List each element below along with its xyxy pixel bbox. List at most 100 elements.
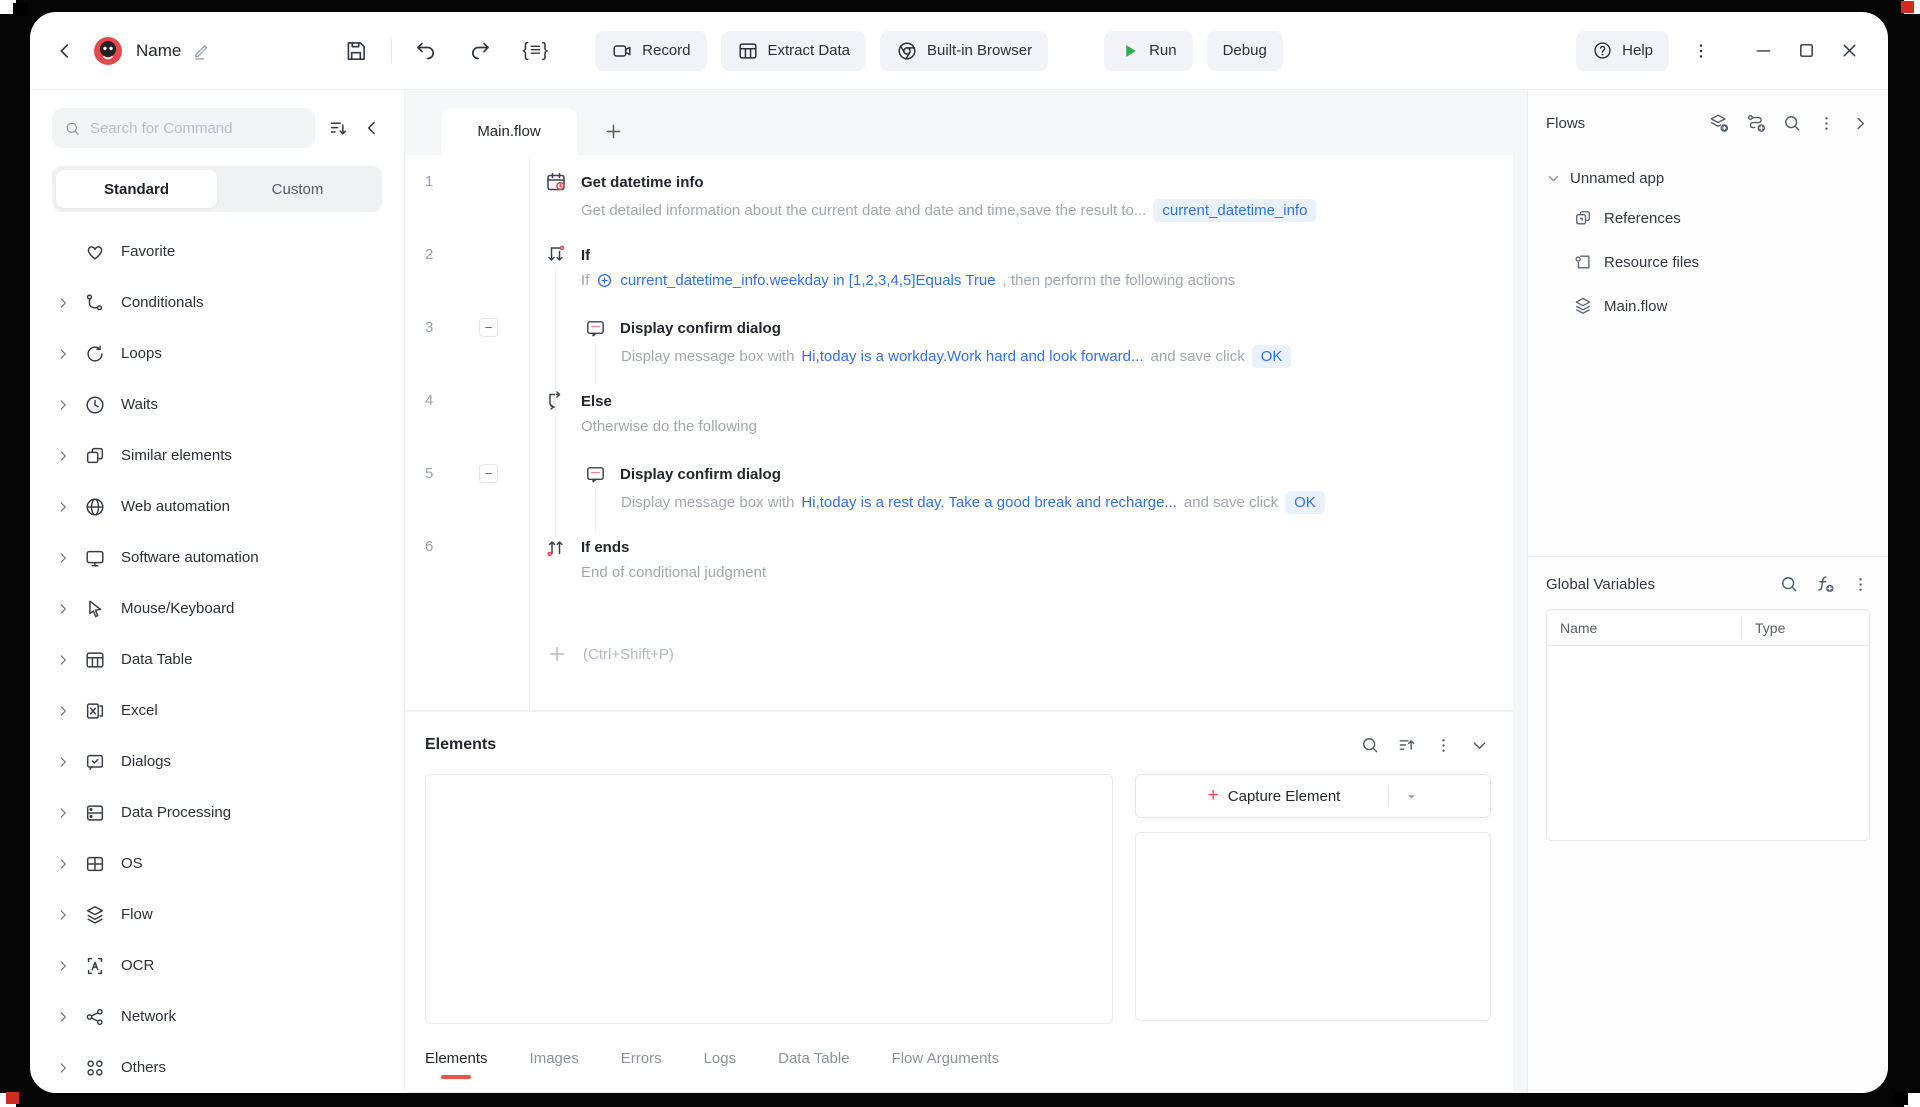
redo-button[interactable] — [468, 39, 492, 63]
builtin-browser-button[interactable]: Built-in Browser — [880, 31, 1048, 71]
capture-element-button[interactable]: + Capture Element — [1135, 774, 1491, 818]
run-label: Run — [1149, 42, 1177, 59]
element-preview-box[interactable] — [1135, 832, 1491, 1021]
step-title: Display confirm dialog — [620, 466, 781, 483]
chevron-right-icon — [56, 857, 70, 871]
undo-button[interactable] — [414, 39, 438, 63]
tab-custom[interactable]: Custom — [217, 170, 378, 208]
tab-standard[interactable]: Standard — [56, 170, 217, 208]
variables-search-button[interactable] — [1779, 574, 1799, 594]
search-icon — [64, 119, 81, 138]
back-button[interactable] — [54, 40, 76, 62]
sidebar-item-web-automation[interactable]: Web automation — [30, 481, 404, 532]
indent-guide — [595, 343, 596, 385]
indent-guide — [595, 489, 596, 531]
add-step-button[interactable]: (Ctrl+Shift+P) — [530, 643, 1513, 665]
library-tabs: Standard Custom — [52, 166, 382, 212]
sidebar-item-excel[interactable]: Excel — [30, 685, 404, 736]
command-search[interactable] — [52, 108, 315, 148]
add-variable-button[interactable] — [1814, 573, 1836, 595]
add-flow-tab-button[interactable] — [603, 121, 624, 142]
step-if[interactable]: If If current_datetime_info.weekday in [… — [530, 242, 1513, 315]
more-menu-button[interactable] — [1691, 41, 1711, 61]
variables-more-button[interactable] — [1851, 575, 1870, 594]
ok-value-pill[interactable]: OK — [1252, 345, 1292, 368]
step-description: If — [581, 272, 589, 289]
sort-commands-button[interactable] — [328, 118, 349, 139]
dialog-message-text[interactable]: Hi,today is a workday.Work hard and look… — [801, 348, 1143, 365]
tab-errors[interactable]: Errors — [621, 1040, 662, 1079]
tree-item-references[interactable]: References — [1546, 196, 1870, 240]
help-button[interactable]: Help — [1576, 31, 1669, 71]
flow-editor: 1 2 3− 4 5− 6 Get datetime info — [405, 155, 1513, 710]
variable-pill[interactable]: current_datetime_info — [1153, 199, 1316, 222]
sidebar-item-ocr[interactable]: OCR — [30, 940, 404, 991]
sidebar-item-loops[interactable]: Loops — [30, 328, 404, 379]
elements-sort-button[interactable] — [1397, 735, 1417, 755]
collapse-block-button[interactable]: − — [479, 464, 498, 483]
sidebar-item-favorite[interactable]: Favorite — [30, 226, 404, 277]
elements-more-button[interactable] — [1434, 736, 1453, 755]
step-get-datetime-info[interactable]: Get datetime info Get detailed informati… — [530, 169, 1513, 242]
collapse-sidebar-button[interactable] — [362, 118, 382, 138]
global-variables-table[interactable]: Name Type — [1546, 609, 1870, 841]
sidebar-item-mouse-keyboard[interactable]: Mouse/Keyboard — [30, 583, 404, 634]
step-display-confirm-dialog-1[interactable]: Display confirm dialog Display message b… — [530, 315, 1513, 388]
command-search-input[interactable] — [90, 120, 303, 137]
sidebar-item-data-processing[interactable]: Data Processing — [30, 787, 404, 838]
loop-icon — [84, 343, 106, 365]
record-label: Record — [642, 42, 690, 59]
sidebar-item-others[interactable]: Others — [30, 1042, 404, 1093]
ok-value-pill[interactable]: OK — [1285, 491, 1325, 514]
apps-grid-icon — [84, 1057, 106, 1079]
extract-data-button[interactable]: Extract Data — [721, 31, 867, 71]
step-else[interactable]: Else Otherwise do the following — [530, 388, 1513, 461]
sidebar-item-data-table[interactable]: Data Table — [30, 634, 404, 685]
step-display-confirm-dialog-2[interactable]: Display confirm dialog Display message b… — [530, 461, 1513, 534]
maximize-button[interactable] — [1796, 40, 1817, 61]
tree-item-resource-files[interactable]: Resource files — [1546, 240, 1870, 284]
sidebar-item-conditionals[interactable]: Conditionals — [30, 277, 404, 328]
sidebar-item-network[interactable]: Network — [30, 991, 404, 1042]
minimize-button[interactable] — [1753, 40, 1774, 61]
elements-collapse-button[interactable] — [1470, 736, 1489, 755]
sidebar-item-waits[interactable]: Waits — [30, 379, 404, 430]
tab-logs[interactable]: Logs — [704, 1040, 737, 1079]
flows-more-button[interactable] — [1817, 114, 1836, 133]
run-button[interactable]: Run — [1104, 31, 1193, 71]
tab-flow-arguments[interactable]: Flow Arguments — [892, 1040, 1000, 1079]
tab-main-flow[interactable]: Main.flow — [441, 108, 577, 155]
add-flow-button[interactable] — [1708, 112, 1730, 134]
flow-name[interactable]: Name — [136, 41, 181, 61]
sidebar-item-os[interactable]: OS — [30, 838, 404, 889]
dialog-message-text[interactable]: Hi,today is a rest day. Take a good brea… — [801, 494, 1177, 511]
calendar-clock-icon — [544, 170, 568, 194]
step-if-ends[interactable]: If ends End of conditional judgment — [530, 534, 1513, 607]
add-app-button[interactable] — [1745, 112, 1767, 134]
elements-search-button[interactable] — [1360, 735, 1380, 755]
condition-expression[interactable]: current_datetime_info.weekday in [1,2,3,… — [620, 272, 995, 289]
debug-label: Debug — [1223, 42, 1267, 59]
bottom-tabs: Elements Images Errors Logs Data Table F… — [405, 1037, 1513, 1093]
tab-data-table[interactable]: Data Table — [778, 1040, 849, 1079]
tab-images[interactable]: Images — [530, 1040, 579, 1079]
close-button[interactable] — [1839, 40, 1860, 61]
sidebar-item-flow[interactable]: Flow — [30, 889, 404, 940]
collapse-panel-button[interactable] — [1851, 114, 1870, 133]
sidebar-item-similar-elements[interactable]: Similar elements — [30, 430, 404, 481]
debug-button[interactable]: Debug — [1207, 31, 1283, 71]
save-button[interactable] — [343, 38, 369, 64]
step-number: 3 — [425, 319, 433, 336]
flows-search-button[interactable] — [1782, 113, 1802, 133]
rename-button[interactable] — [191, 41, 211, 61]
tree-item-main-flow[interactable]: Main.flow — [1546, 284, 1870, 328]
tree-item-unnamed-app[interactable]: Unnamed app — [1546, 160, 1870, 196]
elements-list-box[interactable] — [425, 774, 1113, 1024]
sidebar-item-dialogs[interactable]: Dialogs — [30, 736, 404, 787]
caret-down-icon[interactable] — [1405, 790, 1418, 803]
tab-elements[interactable]: Elements — [425, 1040, 488, 1079]
code-view-button[interactable]: {≡} — [522, 40, 549, 62]
collapse-block-button[interactable]: − — [479, 318, 498, 337]
record-button[interactable]: Record — [595, 31, 706, 71]
sidebar-item-software-automation[interactable]: Software automation — [30, 532, 404, 583]
